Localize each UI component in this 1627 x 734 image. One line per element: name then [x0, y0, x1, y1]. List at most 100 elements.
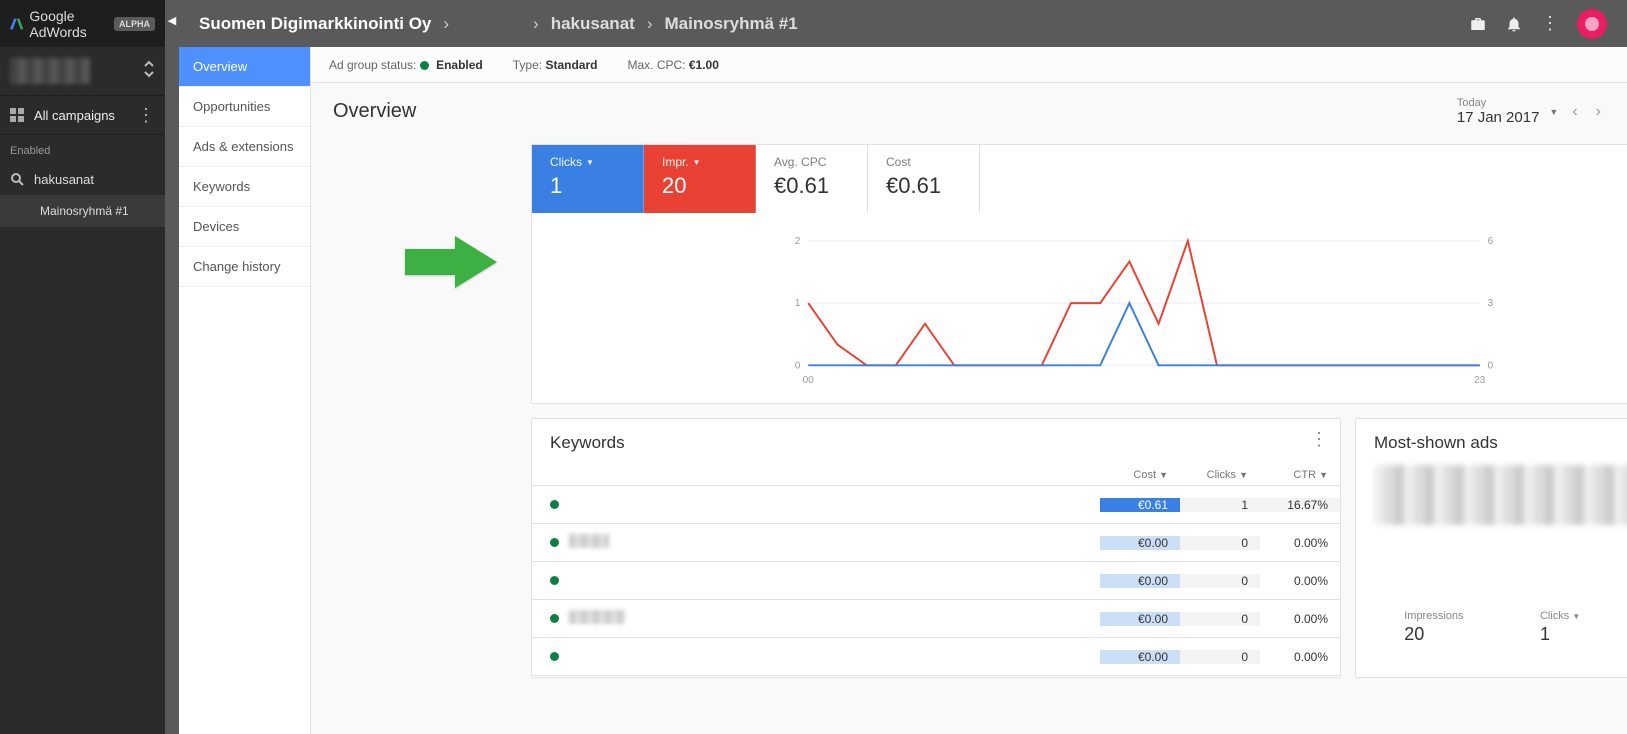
- campaign-item-hakusanat[interactable]: hakusanat: [0, 163, 165, 195]
- chevron-left-icon: ◀: [168, 14, 176, 27]
- svg-text:0: 0: [1488, 360, 1494, 371]
- keyword-clicks: 0: [1180, 650, 1260, 664]
- annotation-arrow: [405, 232, 500, 295]
- keyword-ctr: 0.00%: [1260, 612, 1340, 626]
- status-dot-enabled: [420, 61, 429, 70]
- adwords-logo-icon: [10, 15, 23, 33]
- metric-impr[interactable]: Impr.▼20: [644, 145, 756, 213]
- keyword-row[interactable]: €0.0000.00%: [532, 638, 1340, 676]
- status-group-label: Ad group status:: [329, 58, 416, 72]
- chevron-right-icon: ›: [443, 14, 449, 34]
- svg-text:6: 6: [1488, 236, 1494, 247]
- svg-text:3: 3: [1488, 298, 1494, 309]
- status-dot-enabled: [550, 538, 559, 547]
- page-title: Overview: [333, 100, 416, 123]
- status-dot-enabled: [550, 500, 559, 509]
- adgroup-item-mainosryhma-1[interactable]: Mainosryhmä #1: [0, 195, 165, 227]
- ad-stat-clicks[interactable]: Clicks▼1: [1540, 610, 1580, 645]
- keyword-ctr: 0.00%: [1260, 536, 1340, 550]
- status-dot-enabled: [550, 614, 559, 623]
- date-range-label: Today: [1457, 97, 1540, 109]
- status-dot-enabled: [550, 652, 559, 661]
- keyword-row[interactable]: €0.0000.00%: [532, 600, 1340, 638]
- avatar[interactable]: [1577, 9, 1607, 39]
- campaign-item-label: hakusanat: [34, 172, 94, 187]
- keyword-row[interactable]: €0.0000.00%: [532, 562, 1340, 600]
- ads-pager: 1 of 1: [1356, 651, 1627, 667]
- metric-clicks[interactable]: Clicks▼1: [532, 145, 644, 213]
- account-name-redacted: [10, 58, 90, 84]
- nav-tab-change-history[interactable]: Change history: [179, 247, 310, 287]
- nav-tab-opportunities[interactable]: Opportunities: [179, 87, 310, 127]
- briefcase-icon[interactable]: [1469, 15, 1487, 33]
- keyword-cost: €0.00: [1100, 612, 1180, 626]
- keyword-ctr: 0.00%: [1260, 650, 1340, 664]
- campaign-status-section-label: Enabled: [0, 135, 165, 163]
- date-next-button[interactable]: ›: [1592, 103, 1605, 121]
- status-cpc-value[interactable]: €1.00: [689, 58, 719, 72]
- card-more-button[interactable]: ⋮: [1310, 429, 1328, 450]
- nav-tab-devices[interactable]: Devices: [179, 207, 310, 247]
- breadcrumb-account[interactable]: Suomen Digimarkkinointi Oy: [199, 14, 431, 34]
- svg-text:23: 23: [1474, 375, 1485, 386]
- status-group-value[interactable]: Enabled: [436, 58, 483, 72]
- keyword-cost: €0.00: [1100, 574, 1180, 588]
- bell-icon[interactable]: [1505, 15, 1523, 33]
- keywords-col-ctr[interactable]: CTR ▼: [1260, 469, 1340, 481]
- keyword-row[interactable]: €0.61116.67%: [532, 486, 1340, 524]
- dashboard-icon: [10, 108, 24, 122]
- performance-chart: 0 1 2 0 3 6 00 23: [562, 231, 1627, 389]
- svg-text:0: 0: [795, 360, 801, 371]
- breadcrumb-campaign[interactable]: hakusanat: [551, 14, 635, 34]
- breadcrumb-adgroup[interactable]: Mainosryhmä #1: [664, 14, 797, 34]
- more-vert-icon[interactable]: ⋮: [1541, 13, 1559, 34]
- alpha-badge: ALPHA: [114, 17, 155, 31]
- nav-tab-overview[interactable]: Overview: [179, 47, 310, 87]
- keyword-ctr: 16.67%: [1260, 498, 1340, 512]
- keyword-clicks: 0: [1180, 574, 1260, 588]
- keyword-clicks: 0: [1180, 536, 1260, 550]
- more-vert-icon[interactable]: ⋮: [137, 105, 155, 126]
- status-type-label: Type:: [513, 58, 542, 72]
- nav-tab-keywords[interactable]: Keywords: [179, 167, 310, 207]
- metric-cost[interactable]: Cost€0.61: [868, 145, 980, 213]
- breadcrumb: Suomen Digimarkkinointi Oy › › hakusanat…: [199, 14, 798, 34]
- keyword-clicks: 1: [1180, 498, 1260, 512]
- keyword-ctr: 0.00%: [1260, 574, 1340, 588]
- all-campaigns-label: All campaigns: [34, 108, 115, 123]
- ad-stat-impressions[interactable]: Impressions20: [1404, 610, 1463, 645]
- svg-text:00: 00: [803, 375, 814, 386]
- status-bar: Ad group status: Enabled Type: Standard …: [311, 47, 1627, 83]
- brand-text: Google AdWords: [29, 8, 108, 40]
- keyword-clicks: 0: [1180, 612, 1260, 626]
- nav-tab-ads-extensions[interactable]: Ads & extensions: [179, 127, 310, 167]
- ads-title: Most-shown ads: [1374, 433, 1627, 453]
- keyword-row[interactable]: €0.0000.00%: [532, 524, 1340, 562]
- metric-avgcpc[interactable]: Avg. CPC€0.61: [756, 145, 868, 213]
- account-switcher[interactable]: [0, 47, 165, 95]
- section-nav: OverviewOpportunitiesAds & extensionsKey…: [179, 47, 311, 734]
- date-prev-button[interactable]: ‹: [1568, 103, 1581, 121]
- brand-bar: Google AdWords ALPHA: [0, 0, 165, 47]
- chevron-right-icon: ›: [533, 14, 539, 34]
- date-range-picker[interactable]: Today 17 Jan 2017 ▼ ‹ ›: [1457, 97, 1605, 126]
- unfold-icon[interactable]: [143, 60, 155, 83]
- chevron-right-icon: ›: [647, 14, 653, 34]
- all-campaigns-row[interactable]: All campaigns ⋮: [0, 95, 165, 135]
- keywords-card: ⋮ Keywords Cost ▼ Clicks ▼ CTR ▼ €0.6111…: [531, 418, 1341, 678]
- keywords-col-clicks[interactable]: Clicks ▼: [1180, 469, 1260, 481]
- adgroup-item-label: Mainosryhmä #1: [40, 204, 129, 218]
- keyword-cost: €0.00: [1100, 536, 1180, 550]
- svg-text:2: 2: [795, 236, 800, 247]
- top-bar: Suomen Digimarkkinointi Oy › › hakusanat…: [179, 0, 1627, 47]
- sidebar-collapse-handle[interactable]: ◀: [165, 0, 179, 734]
- keywords-col-cost[interactable]: Cost ▼: [1100, 469, 1180, 481]
- svg-text:1: 1: [795, 298, 800, 309]
- dropdown-icon: ▼: [1549, 107, 1558, 117]
- keywords-title: Keywords: [550, 433, 1322, 453]
- status-type-value: Standard: [545, 58, 597, 72]
- status-dot-enabled: [550, 576, 559, 585]
- most-shown-ads-card: ⋮ Most-shown ads Impressions20Clicks▼1CT…: [1355, 418, 1627, 678]
- keyword-cost: €0.61: [1100, 498, 1180, 512]
- status-cpc-label: Max. CPC:: [627, 58, 685, 72]
